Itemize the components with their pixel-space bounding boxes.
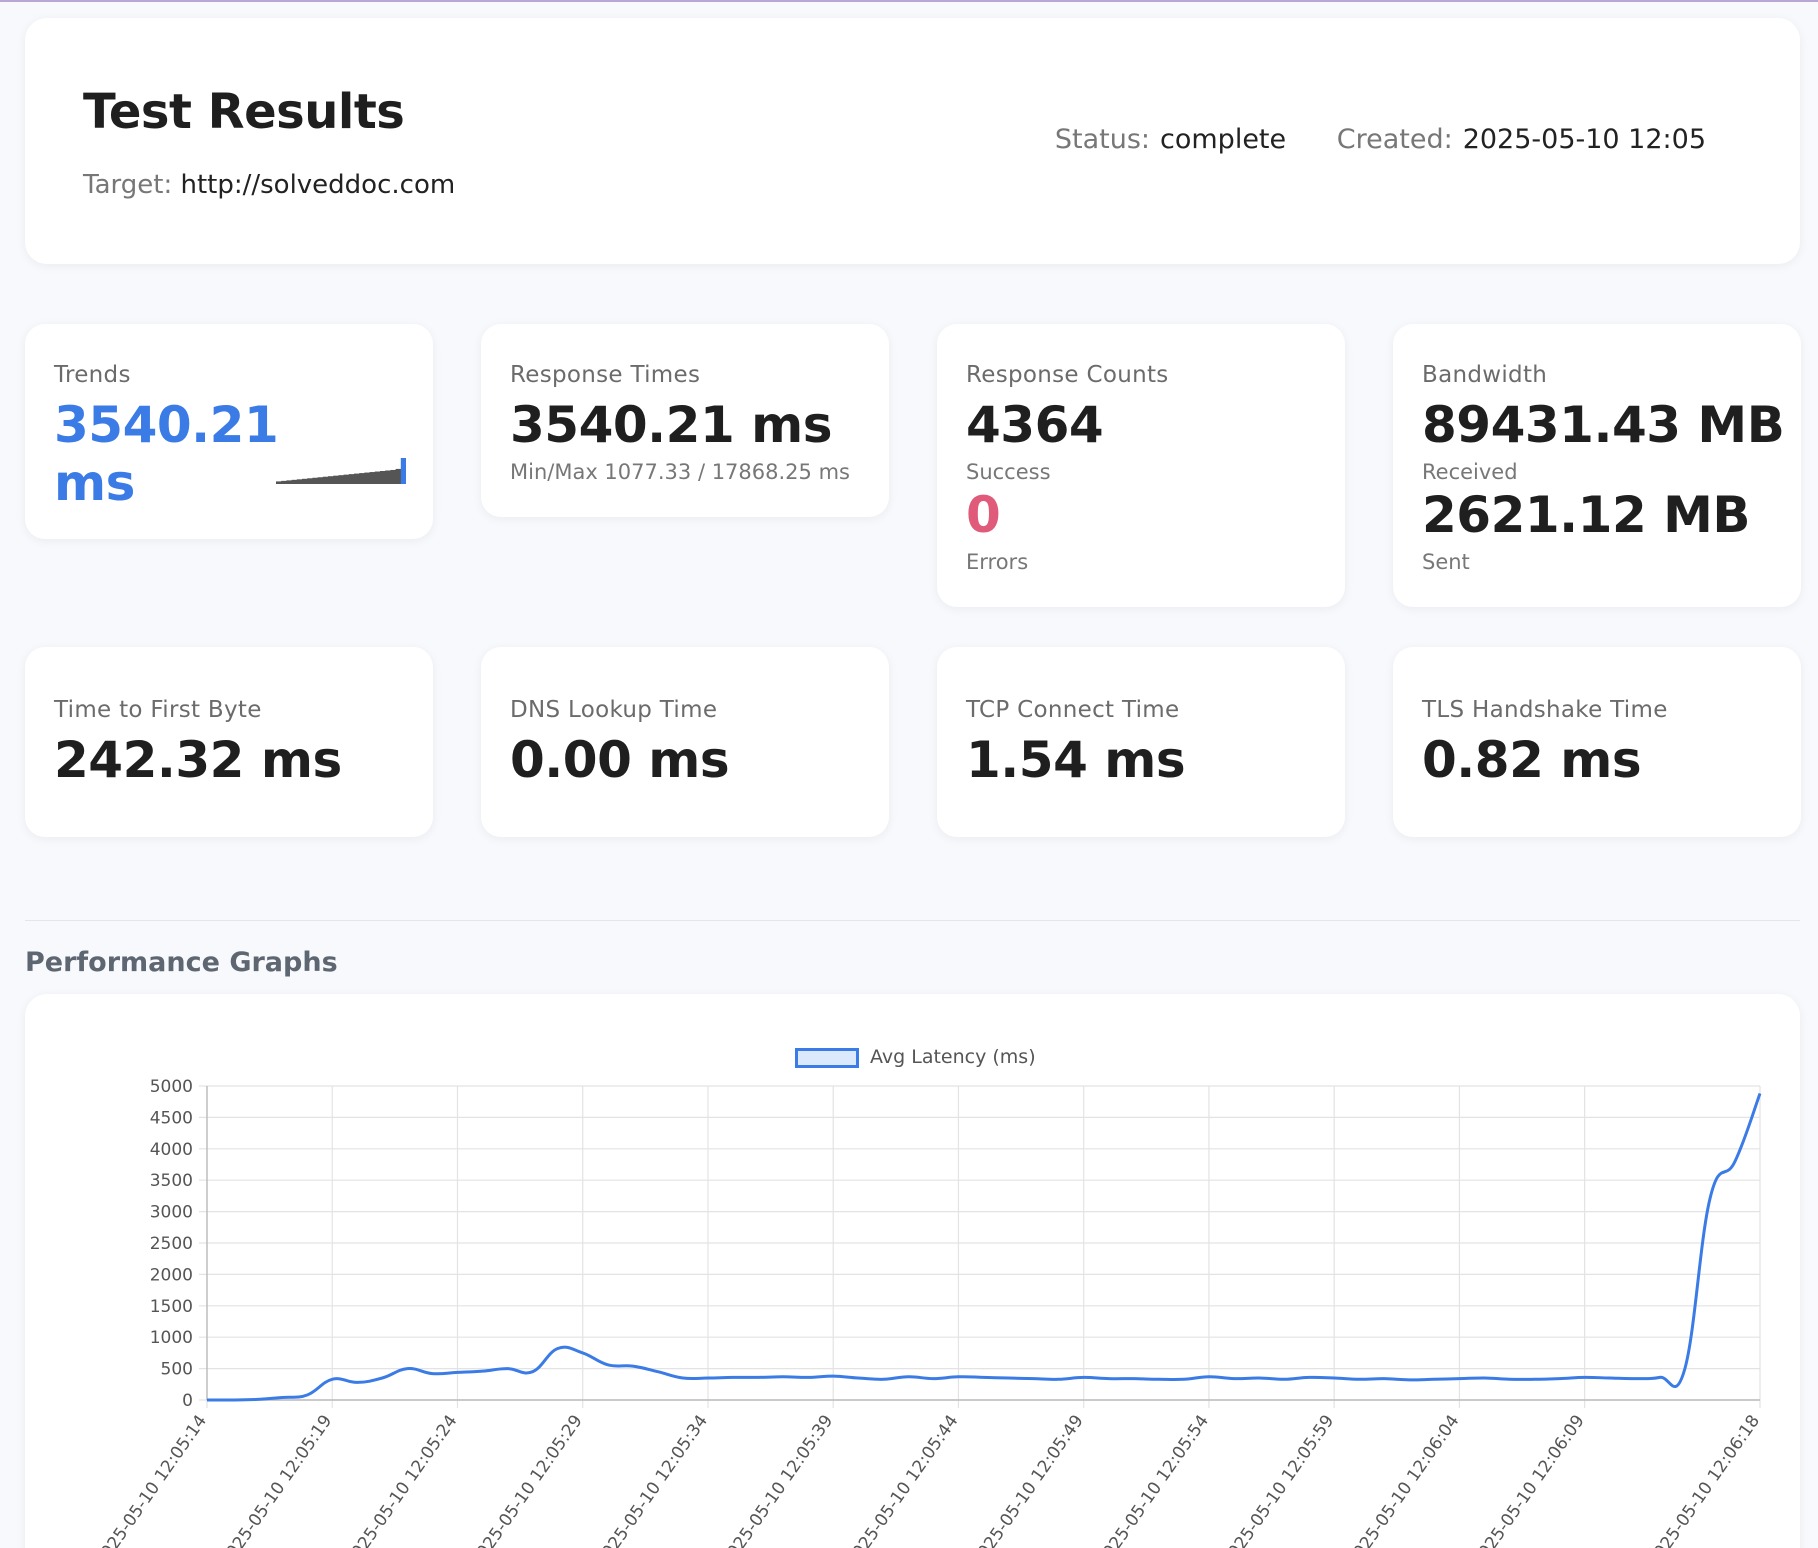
ttfb-card: Time to First Byte 242.32 ms [25,647,433,837]
dns-title: DNS Lookup Time [510,697,718,723]
response-times-card: Response Times 3540.21 ms Min/Max 1077.3… [481,324,889,517]
latency-chart: 0 500 1000 1500 2000 2500 3000 3500 4000 4500 5000… [91,1077,1764,1548]
status-label: Status: [1054,124,1151,155]
sparkline-bar [385,470,391,484]
x-tick-label: 2025-05-10 12:06:04 [1344,1411,1464,1548]
tls-title: TLS Handshake Time [1422,697,1668,723]
success-label: Success [966,460,1051,484]
y-tick-label: 4000 [150,1140,193,1160]
target-label: Target: [83,170,173,200]
sparkline-bar [390,469,396,484]
y-tick-label: 2000 [150,1265,193,1285]
section-divider [25,920,1800,921]
sparkline-bar [359,473,365,484]
sparkline-bar [354,473,360,484]
x-tick-label: 2025-05-10 12:05:34 [592,1411,712,1548]
top-accent-line [0,0,1818,2]
section-title: Performance Graphs [25,947,338,978]
target-info: Target: http://solveddoc.com [83,170,455,200]
y-tick-label: 2500 [150,1234,193,1254]
errors-count: 0 [966,486,1001,544]
sparkline-bar [348,474,355,484]
sparkline-bar [395,468,402,484]
bandwidth-title: Bandwidth [1422,362,1548,388]
ttfb-title: Time to First Byte [54,697,262,723]
header-card: Test Results Target: http://solveddoc.co… [25,18,1800,264]
status-value: complete [1160,124,1287,155]
dns-value: 0.00 ms [510,731,730,789]
response-counts-title: Response Counts [966,362,1169,388]
y-tick-label: 3000 [150,1203,193,1223]
x-tick-label: 2025-05-10 12:05:39 [717,1411,837,1548]
sparkline-bar [307,478,313,484]
dns-card: DNS Lookup Time 0.00 ms [481,647,889,837]
sparkline-bar [374,471,381,484]
received-value: 89431.43 MB [1422,396,1785,454]
sparkline-bar [291,479,298,484]
ttfb-value: 242.32 ms [54,731,342,789]
y-tick-label: 500 [161,1360,193,1380]
success-count: 4364 [966,396,1104,454]
tls-card: TLS Handshake Time 0.82 ms [1393,647,1801,837]
sparkline-bar [338,475,344,484]
x-tick-label: 2025-05-10 12:05:24 [342,1411,462,1548]
header-meta: Status: complete Created: 2025-05-10 12:05 [1055,124,1706,155]
chart-card: Avg Latency (ms) 0 500 1000 1500 2000 2500 300… [25,994,1800,1548]
tcp-value: 1.54 ms [966,731,1186,789]
x-tick-label: 2025-05-10 12:05:59 [1218,1411,1338,1548]
created-label: Created: [1336,124,1453,155]
x-tick-label: 2025-05-10 12:05:49 [968,1411,1088,1548]
response-times-value: 3540.21 ms [510,396,833,454]
sparkline-bar [380,471,386,484]
tls-value: 0.82 ms [1422,731,1642,789]
y-tick-label: 0 [182,1391,193,1411]
trends-value-number: 3540.21 [54,396,279,454]
trends-card: Trends 3540.21 ms [25,324,433,539]
created-value: 2025-05-10 12:05 [1462,124,1706,155]
tcp-card: TCP Connect Time 1.54 ms [937,647,1345,837]
x-tick-label: 2025-05-10 12:05:44 [843,1411,963,1548]
sparkline-bar [302,478,308,484]
y-tick-label: 3500 [150,1171,193,1191]
y-tick-label: 4500 [150,1108,193,1128]
sparkline-bar [343,474,350,484]
trends-value: 3540.21 ms [54,396,279,512]
x-tick-label: 2025-05-10 12:05:19 [216,1411,336,1548]
response-times-minmax: Min/Max 1077.33 / 17868.25 ms [510,460,850,484]
response-times-title: Response Times [510,362,701,388]
trends-sparkline [276,458,406,484]
y-tick-label: 1000 [150,1328,193,1348]
y-tick-label: 5000 [150,1077,193,1097]
x-tick-label: 2025-05-10 12:05:29 [467,1411,587,1548]
sparkline-bar [400,458,406,484]
response-counts-card: Response Counts 4364 Success 0 Errors [937,324,1345,607]
sparkline-bar [276,481,282,484]
sparkline-bar [333,475,339,484]
sparkline-bar [286,480,292,484]
sparkline-bar [322,476,329,484]
received-label: Received [1422,460,1518,484]
sent-value: 2621.12 MB [1422,486,1751,544]
trends-value-unit: ms [54,454,135,512]
y-tick-label: 1500 [150,1297,193,1317]
x-tick-label: 2025-05-10 12:06:18 [1644,1411,1764,1548]
sparkline-bar [364,472,370,484]
sparkline-bar [312,477,318,484]
sparkline-bar [317,477,324,484]
sparkline-bar [328,476,334,484]
x-tick-label: 2025-05-10 12:05:14 [91,1411,211,1548]
errors-label: Errors [966,550,1029,574]
x-tick-label: 2025-05-10 12:06:09 [1469,1411,1589,1548]
sparkline-bar [369,472,376,484]
tcp-title: TCP Connect Time [966,697,1180,723]
x-tick-label: 2025-05-10 12:05:54 [1093,1411,1213,1548]
series-line-avg-latency [206,1092,1762,1402]
target-url: http://solveddoc.com [180,170,456,200]
page-title: Test Results [83,84,405,140]
trends-title: Trends [54,362,131,388]
sent-label: Sent [1422,550,1470,574]
sparkline-bar [296,479,303,484]
bandwidth-card: Bandwidth 89431.43 MB Received 2621.12 M… [1393,324,1801,607]
sparkline-bar [281,480,287,484]
